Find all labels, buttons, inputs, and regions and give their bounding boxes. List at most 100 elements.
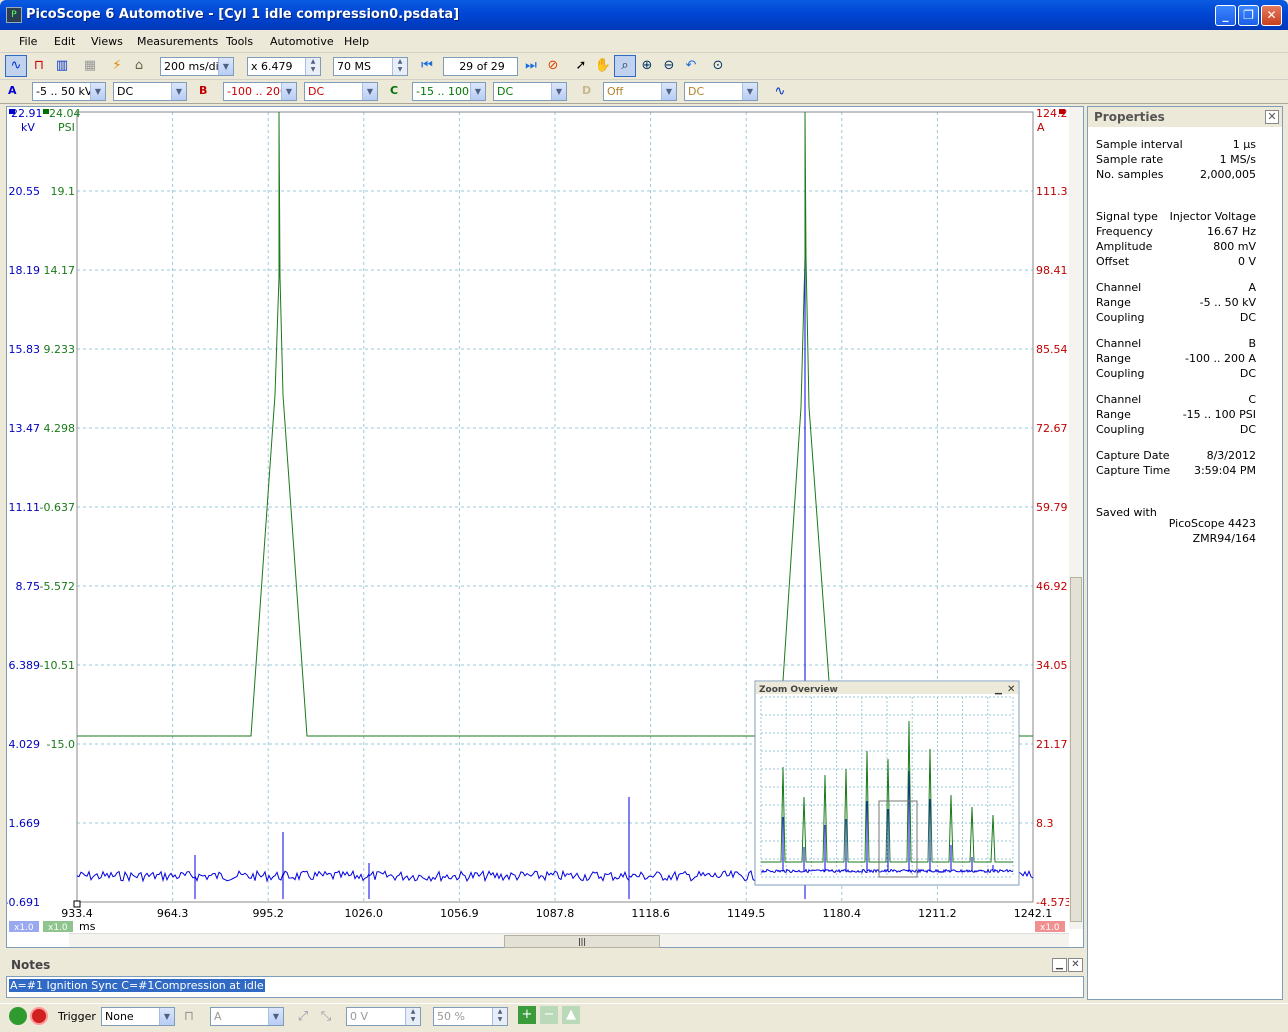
- menu-edit[interactable]: Edit: [54, 35, 75, 48]
- menu-measurements[interactable]: Measurements: [137, 35, 218, 48]
- close-button[interactable]: ✕: [1261, 5, 1282, 26]
- property-row: Channel C: [1096, 393, 1256, 406]
- property-value: B: [1248, 337, 1256, 350]
- chevron-down-icon: ▼: [218, 58, 233, 75]
- waveform-plot[interactable]: 20.55 18.19 15.83 13.47 11.11 8.75 6.389 4.029 1…: [7, 107, 1069, 933]
- zoom-overview-icon[interactable]: ⊙: [707, 55, 729, 77]
- axis-a-top: 22.91: [11, 107, 43, 120]
- edit-measurement-icon[interactable]: ▲: [562, 1006, 580, 1024]
- hand-icon[interactable]: ✋: [592, 55, 614, 77]
- timebase-select[interactable]: 200 ms/div ▼: [160, 57, 234, 76]
- property-row: Coupling DC: [1096, 311, 1256, 324]
- property-value: 8/3/2012: [1206, 449, 1256, 462]
- scope-mode-icon[interactable]: ∿: [5, 55, 27, 77]
- trigger-mode-select[interactable]: None ▼: [101, 1007, 175, 1026]
- property-value: -15 .. 100 PSI: [1182, 408, 1256, 421]
- vertical-scrollbar[interactable]: [1069, 107, 1083, 929]
- menu-tools[interactable]: Tools: [226, 35, 253, 48]
- channel-b-coupling-select[interactable]: DC ▼: [304, 82, 378, 101]
- falling-edge-icon[interactable]: ⤡: [315, 1006, 337, 1028]
- rising-edge-icon[interactable]: ⤢: [292, 1006, 314, 1028]
- channel-d-range: Off: [607, 85, 624, 98]
- axis-b-tick: 98.41: [1036, 264, 1068, 277]
- notes-textbox[interactable]: A=#1 Ignition Sync C=#1Compression at id…: [6, 976, 1084, 998]
- channel-c-coupling-select[interactable]: DC ▼: [493, 82, 567, 101]
- first-buffer-icon[interactable]: ⏮: [416, 55, 438, 77]
- main-toolbar: ∿ ⊓ ▥ ▦ ⚡ ⌂ 200 ms/div ▼ x 6.479 ▲ ▼ 70 MS ▲…: [0, 53, 1288, 80]
- channel-a-range-select[interactable]: -5 .. 50 kV ▼: [32, 82, 106, 101]
- channel-c-label[interactable]: C: [390, 84, 398, 97]
- menu-views[interactable]: Views: [91, 35, 123, 48]
- home-icon[interactable]: ⌂: [128, 55, 150, 77]
- channel-c-waveform: [77, 111, 755, 737]
- close-icon[interactable]: ✕: [1265, 110, 1279, 124]
- zoom-overview-panel[interactable]: Zoom Overview ▁ ✕: [754, 680, 1020, 886]
- buffer-count: of 29: [476, 60, 505, 73]
- horizontal-scroll-thumb[interactable]: |||: [504, 935, 660, 948]
- axis-a-tick: 8.75: [16, 580, 41, 593]
- property-row: Range -100 .. 200 A: [1096, 352, 1256, 365]
- menu-file[interactable]: File: [19, 35, 37, 48]
- remove-measurement-icon[interactable]: −: [540, 1006, 558, 1024]
- channel-a-coupling-select[interactable]: DC ▼: [113, 82, 187, 101]
- undo-zoom-icon[interactable]: ↶: [680, 55, 702, 77]
- axis-b-tick: 85.54: [1036, 343, 1068, 356]
- zoom-overview-close-icon[interactable]: ✕: [1007, 684, 1015, 695]
- property-key: Signal type: [1096, 210, 1158, 223]
- probe-settings-icon[interactable]: ∿: [769, 81, 791, 103]
- vertical-scroll-thumb[interactable]: [1070, 577, 1082, 922]
- zoom-factor-input[interactable]: x 6.479 ▲ ▼: [247, 57, 321, 76]
- property-key: Amplitude: [1096, 240, 1153, 253]
- axis-c-tick: -15.0: [47, 738, 75, 751]
- zoom-in-icon[interactable]: ⊕: [636, 55, 658, 77]
- channel-d-coupling-select[interactable]: DC ▼: [684, 82, 758, 101]
- notes-minimize-icon[interactable]: ▁: [1052, 958, 1067, 972]
- property-key: Sample rate: [1096, 153, 1164, 166]
- chevron-down-icon: ▼: [362, 83, 377, 100]
- last-buffer-icon[interactable]: ⏭: [520, 55, 542, 77]
- trigger-channel-select[interactable]: A ▼: [210, 1007, 284, 1026]
- signal-generator-icon[interactable]: ▦: [79, 55, 101, 77]
- spectrum-mode-icon[interactable]: ▥: [51, 55, 73, 77]
- property-key: Coupling: [1096, 311, 1145, 324]
- axis-a-tick: 4.029: [9, 738, 41, 751]
- buffer-navigator[interactable]: 29 of 29: [443, 57, 518, 76]
- channel-a-label[interactable]: A: [8, 84, 17, 97]
- zoom-overview-minimize-icon[interactable]: ▁: [994, 685, 1003, 695]
- notes-close-icon[interactable]: ✕: [1068, 958, 1083, 972]
- axis-x-tick: 1149.5: [727, 907, 766, 920]
- samples-input[interactable]: 70 MS ▲ ▼: [333, 57, 408, 76]
- channel-b-range-select[interactable]: -100 .. 200 A ▼: [223, 82, 297, 101]
- property-key: Range: [1096, 408, 1131, 421]
- maximize-button[interactable]: ❐: [1238, 5, 1259, 26]
- trigger-pre-input[interactable]: 50 % ▲ ▼: [433, 1007, 508, 1026]
- zoom-out-icon[interactable]: ⊖: [658, 55, 680, 77]
- channel-b-coupling: DC: [308, 85, 325, 98]
- channel-b-label[interactable]: B: [199, 84, 207, 97]
- run-icon[interactable]: [9, 1007, 27, 1025]
- trigger-level: 0 V: [350, 1010, 369, 1023]
- add-measurement-icon[interactable]: +: [518, 1006, 536, 1024]
- buffer-overview-icon[interactable]: ⊘: [542, 55, 564, 77]
- channel-d-label[interactable]: D: [582, 84, 591, 97]
- notes-title: Notes: [11, 958, 51, 972]
- trigger-pre: 50 %: [437, 1010, 465, 1023]
- horizontal-scrollbar[interactable]: |||: [69, 933, 1069, 948]
- zoom-region-icon[interactable]: ⌕: [614, 55, 636, 77]
- scope-view[interactable]: 20.55 18.19 15.83 13.47 11.11 8.75 6.389 4.029 1…: [6, 106, 1084, 948]
- pointer-icon[interactable]: ➚: [570, 55, 592, 77]
- origin-ruler-handle[interactable]: [73, 900, 81, 908]
- menu-help[interactable]: Help: [344, 35, 369, 48]
- property-row: Sample interval 1 µs: [1096, 138, 1256, 151]
- channel-c-range-select[interactable]: -15 .. 100 PSI ▼: [412, 82, 486, 101]
- lightning-icon[interactable]: ⚡: [106, 55, 128, 77]
- menu-automotive[interactable]: Automotive: [270, 35, 334, 48]
- persistence-mode-icon[interactable]: ⊓: [28, 55, 50, 77]
- stop-icon[interactable]: [30, 1007, 48, 1025]
- trigger-level-input[interactable]: 0 V ▲ ▼: [346, 1007, 421, 1026]
- channel-d-range-select[interactable]: Off ▼: [603, 82, 677, 101]
- chevron-down-icon: ▼: [551, 83, 566, 100]
- trigger-type-icon[interactable]: ⊓: [178, 1006, 200, 1028]
- axis-c-tick: -10.51: [40, 659, 75, 672]
- minimize-button[interactable]: _: [1215, 5, 1236, 26]
